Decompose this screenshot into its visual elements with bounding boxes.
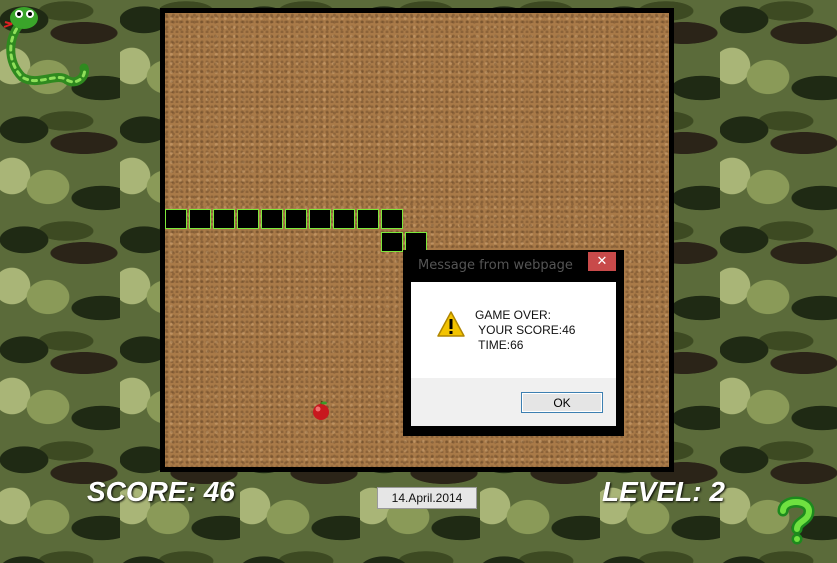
snake-segment (213, 209, 235, 229)
snake-segment (237, 209, 259, 229)
dialog-body: GAME OVER: YOUR SCORE:46 TIME:66 (411, 282, 616, 378)
dialog-footer: OK (411, 378, 616, 426)
level-value: 2 (709, 476, 725, 507)
score-value: 46 (203, 476, 235, 507)
snake-segment (165, 209, 187, 229)
snake-segment (189, 209, 211, 229)
help-question-icon[interactable] (773, 495, 819, 545)
score-label: SCORE: (87, 476, 196, 507)
dialog-title: Message from webpage (418, 258, 573, 273)
dialog-titlebar[interactable]: Message from webpage ✕ (403, 250, 624, 280)
close-button[interactable]: ✕ (588, 252, 616, 271)
snake-segment (357, 209, 379, 229)
score-display: SCORE: 46 (87, 476, 235, 508)
date-display: 14.April.2014 (377, 487, 477, 509)
snake-segment (285, 209, 307, 229)
ok-button[interactable]: OK (521, 392, 603, 413)
snake-segment (261, 209, 283, 229)
apple-icon (311, 400, 331, 421)
message-line: TIME:66 (475, 338, 524, 352)
level-label: LEVEL: (602, 476, 702, 507)
game-over-dialog: Message from webpage ✕ GAME OVER: YOUR S… (403, 250, 624, 436)
level-display: LEVEL: 2 (602, 476, 725, 508)
snake-segment (381, 209, 403, 229)
warning-icon (436, 310, 466, 338)
snake-logo (2, 2, 92, 92)
dialog-message: GAME OVER: YOUR SCORE:46 TIME:66 (475, 308, 575, 353)
snake-head (405, 232, 427, 252)
snake-segment (333, 209, 355, 229)
snake-segment (309, 209, 331, 229)
close-icon: ✕ (596, 254, 608, 269)
message-line: YOUR SCORE:46 (475, 323, 576, 337)
message-line: GAME OVER: (475, 308, 552, 322)
snake-segment (381, 232, 403, 252)
